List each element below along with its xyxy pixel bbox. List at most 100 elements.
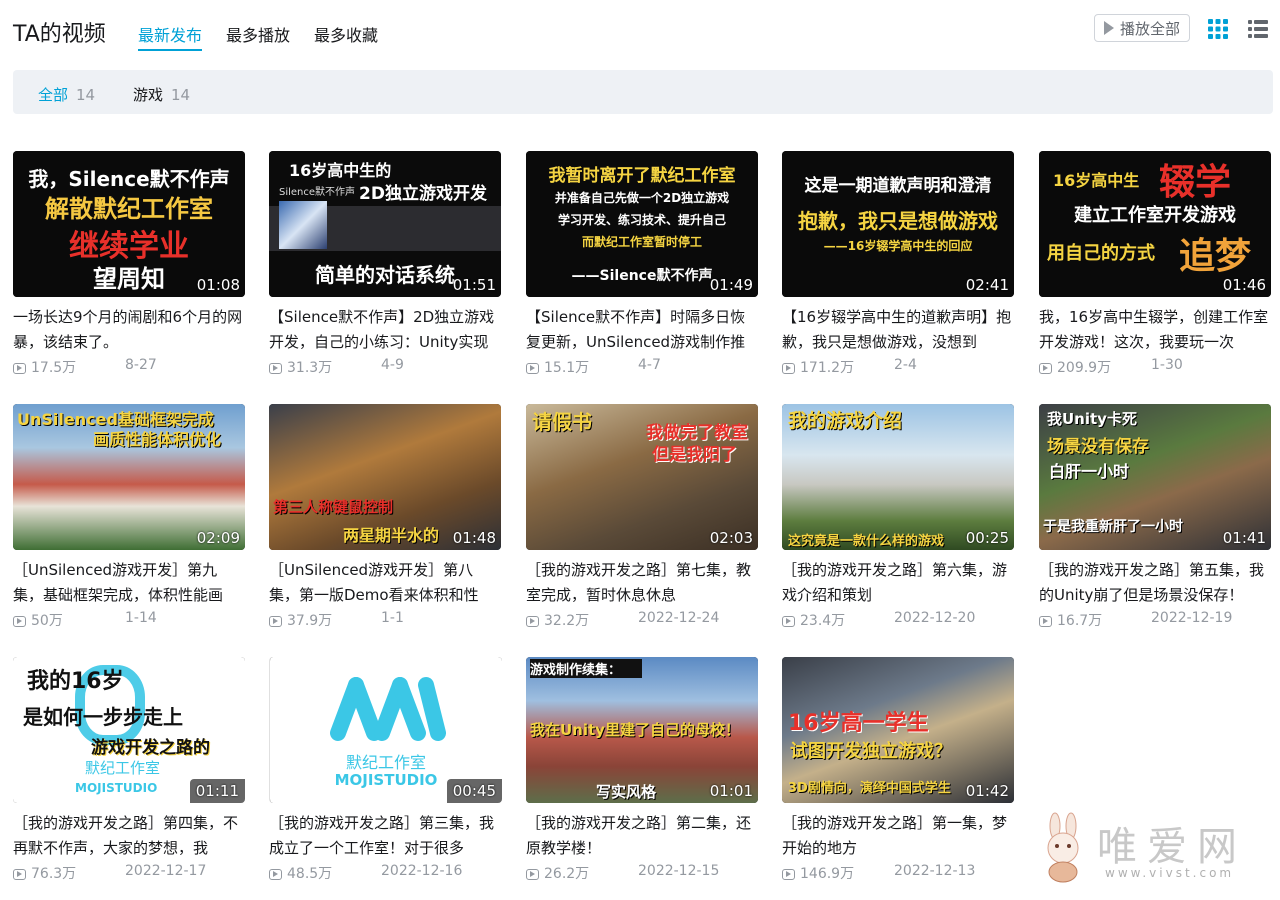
video-cover[interactable]: 我Unity卡死 场景没有保存 白肝一小时 于是我重新肝了一小时 01:41 — [1039, 404, 1271, 550]
video-card[interactable]: 我暂时离开了默纪工作室 并准备自己先做一个2D独立游戏 学习开发、练习技术、提升… — [526, 151, 758, 386]
grid-view-icon[interactable] — [1207, 18, 1229, 40]
video-cover[interactable]: 我暂时离开了默纪工作室 并准备自己先做一个2D独立游戏 学习开发、练习技术、提升… — [526, 151, 758, 297]
video-cover[interactable]: 这是一期道歉声明和澄清 抱歉，我只是想做游戏 ——16岁辍学高中生的回应 02:… — [782, 151, 1014, 297]
filter-game[interactable]: 游戏 14 — [133, 84, 190, 105]
cover-text: 我的16岁 — [27, 669, 124, 694]
publish-date: 8-27 — [125, 357, 157, 373]
video-card[interactable]: 这是一期道歉声明和澄清 抱歉，我只是想做游戏 ——16岁辍学高中生的回应 02:… — [782, 151, 1014, 386]
cover-text: ——16岁辍学高中生的回应 — [823, 239, 973, 253]
video-duration: 01:41 — [1222, 529, 1266, 547]
video-cover[interactable]: 16岁高中生 辍学 建立工作室开发游戏 用自己的方式 追梦 01:46 — [1039, 151, 1271, 297]
site-watermark: 唯爱网 www.vivst.com — [1037, 810, 1262, 890]
cover-text: 默纪工作室 — [345, 753, 426, 772]
video-cover[interactable]: 游戏制作续集： 我在Unity里建了自己的母校！ 写实风格 01:01 — [526, 657, 758, 803]
play-count-icon — [526, 363, 539, 374]
view-count: 209.9万 — [1057, 360, 1112, 376]
publish-date: 1-14 — [125, 610, 157, 626]
video-cover[interactable]: 我的游戏介绍 这究竟是一款什么样的游戏 00:25 — [782, 404, 1014, 550]
video-card[interactable]: 默纪工作室 MOJISTUDIO 00:45 ［我的游戏开发之路］第三集，我成立… — [269, 657, 502, 892]
view-count: 50万 — [31, 613, 63, 629]
play-icon — [1103, 21, 1114, 35]
video-card[interactable]: 请假书 我做完了教室 但是我阳了 02:03 ［我的游戏开发之路］第七集，教室完… — [526, 404, 758, 639]
video-title[interactable]: ［我的游戏开发之路］第一集，梦开始的地方 — [782, 811, 1014, 861]
play-count-icon — [269, 869, 282, 880]
video-cover[interactable]: 16岁高中生的 2D独立游戏开发 Silence默不作声 简单的对话系统 01:… — [269, 151, 501, 297]
play-all-button[interactable]: 播放全部 — [1094, 14, 1190, 42]
video-card[interactable]: 16岁高中生的 2D独立游戏开发 Silence默不作声 简单的对话系统 01:… — [269, 151, 501, 386]
video-card[interactable]: 游戏制作续集： 我在Unity里建了自己的母校！ 写实风格 01:01 ［我的游… — [526, 657, 758, 892]
video-card[interactable]: 我，Silence默不作声 解散默纪工作室 继续学业 望周知 01:08 一场长… — [13, 151, 245, 386]
video-cover[interactable]: 我的16岁 是如何一步步走上 游戏开发之路的 默纪工作室 MOJISTUDIO … — [13, 657, 245, 803]
video-duration: 01:11 — [189, 779, 245, 803]
video-card[interactable]: UnSilenced基础框架完成 画质性能体积优化 02:09 ［UnSilen… — [13, 404, 245, 639]
cover-text: 建立工作室开发游戏 — [1074, 205, 1236, 226]
view-count: 26.2万 — [544, 866, 590, 882]
tab-most-played[interactable]: 最多播放 — [226, 22, 290, 46]
cover-text: 我Unity卡死 — [1047, 410, 1137, 428]
video-title[interactable]: 一场长达9个月的闹剧和6个月的网暴，该结束了。 — [13, 305, 245, 355]
publish-date: 4-7 — [638, 357, 661, 373]
video-title[interactable]: ［UnSilenced游戏开发］第九集，基础框架完成，体积性能画 — [13, 558, 245, 608]
cover-text: 我在Unity里建了自己的母校！ — [530, 721, 740, 739]
cover-text: 画质性能体积优化 — [93, 430, 222, 449]
cover-text: 是如何一步步走上 — [23, 705, 183, 729]
video-title[interactable]: 【Silence默不作声】时隔多日恢复更新，UnSilenced游戏制作推 — [526, 305, 758, 355]
filter-game-label: 游戏 — [133, 86, 164, 104]
cover-text: 第三人称键鼠控制 — [273, 498, 394, 516]
view-count: 23.4万 — [800, 613, 846, 629]
cover-text: 但是我阳了 — [652, 445, 737, 465]
video-card[interactable]: 我Unity卡死 场景没有保存 白肝一小时 于是我重新肝了一小时 01:41 ［… — [1039, 404, 1271, 639]
video-meta: 50万 1-14 — [13, 610, 245, 630]
video-title[interactable]: 我，16岁高中生辍学，创建工作室开发游戏！这次，我要玩一次 — [1039, 305, 1271, 355]
video-title[interactable]: ［我的游戏开发之路］第五集，我的Unity崩了但是场景没保存！ — [1039, 558, 1271, 608]
video-title[interactable]: ［我的游戏开发之路］第三集，我成立了一个工作室！对于很多 — [269, 811, 501, 861]
cover-text: 而默纪工作室暂时停工 — [581, 235, 702, 249]
publish-date: 1-1 — [381, 610, 404, 626]
video-card[interactable]: 我的16岁 是如何一步步走上 游戏开发之路的 默纪工作室 MOJISTUDIO … — [13, 657, 245, 892]
video-duration: 01:01 — [709, 782, 753, 800]
video-title[interactable]: ［我的游戏开发之路］第六集，游戏介绍和策划 — [782, 558, 1014, 608]
cover-text: 抱歉，我只是想做游戏 — [798, 209, 998, 233]
video-title[interactable]: 【Silence默不作声】2D独立游戏开发，自己的小练习：Unity实现 — [269, 305, 501, 355]
video-meta: 171.2万 2-4 — [782, 357, 1014, 377]
video-duration: 01:46 — [1222, 276, 1266, 294]
video-title[interactable]: ［我的游戏开发之路］第七集，教室完成，暂时休息休息 — [526, 558, 758, 608]
play-count-icon — [782, 616, 795, 627]
publish-date: 2022-12-15 — [638, 863, 720, 879]
video-title[interactable]: ［我的游戏开发之路］第四集，不再默不作声，大家的梦想，我 — [13, 811, 245, 861]
view-count: 146.9万 — [800, 866, 855, 882]
video-meta: 209.9万 1-30 — [1039, 357, 1271, 377]
video-cover[interactable]: UnSilenced基础框架完成 画质性能体积优化 02:09 — [13, 404, 245, 550]
video-cover[interactable]: 我，Silence默不作声 解散默纪工作室 继续学业 望周知 01:08 — [13, 151, 245, 297]
video-title[interactable]: ［UnSilenced游戏开发］第八集，第一版Demo看来体积和性 — [269, 558, 501, 608]
filter-all[interactable]: 全部 14 — [38, 84, 95, 105]
video-cover[interactable]: 默纪工作室 MOJISTUDIO 00:45 — [269, 657, 502, 803]
video-meta: 48.5万 2022-12-16 — [269, 863, 501, 883]
watermark-text: 唯爱网 — [1097, 824, 1247, 870]
cover-text: 辍学 — [1159, 162, 1232, 203]
publish-date: 1-30 — [1151, 357, 1183, 373]
video-title[interactable]: ［我的游戏开发之路］第二集，还原教学楼！ — [526, 811, 758, 861]
play-count-icon — [13, 869, 26, 880]
filter-game-count: 14 — [171, 86, 191, 104]
video-card[interactable]: 第三人称键鼠控制 两星期半水的 01:48 ［UnSilenced游戏开发］第八… — [269, 404, 501, 639]
tab-most-favorited[interactable]: 最多收藏 — [314, 22, 378, 46]
video-cover[interactable]: 16岁高一学生 试图开发独立游戏？ 3D剧情向，演绎中国式学生 01:42 — [782, 657, 1014, 803]
video-card[interactable]: 我的游戏介绍 这究竟是一款什么样的游戏 00:25 ［我的游戏开发之路］第六集，… — [782, 404, 1014, 639]
cover-text: 游戏制作续集： — [530, 659, 642, 678]
video-title[interactable]: 【16岁辍学高中生的道歉声明】抱歉，我只是想做游戏，没想到 — [782, 305, 1014, 355]
list-view-icon[interactable] — [1247, 18, 1269, 40]
video-card[interactable]: 16岁高一学生 试图开发独立游戏？ 3D剧情向，演绎中国式学生 01:42 ［我… — [782, 657, 1014, 892]
cover-text: 试图开发独立游戏？ — [790, 741, 952, 762]
tab-latest[interactable]: 最新发布 — [138, 22, 203, 51]
video-duration: 02:09 — [196, 529, 240, 547]
video-cover[interactable]: 第三人称键鼠控制 两星期半水的 01:48 — [269, 404, 501, 550]
video-meta: 23.4万 2022-12-20 — [782, 610, 1014, 630]
video-cover[interactable]: 请假书 我做完了教室 但是我阳了 02:03 — [526, 404, 758, 550]
section-title: TA的视频 — [13, 22, 106, 47]
video-duration: 00:25 — [965, 529, 1009, 547]
play-count-icon — [269, 616, 282, 627]
view-count: 32.2万 — [544, 613, 590, 629]
play-count-icon — [1039, 616, 1052, 627]
video-card[interactable]: 16岁高中生 辍学 建立工作室开发游戏 用自己的方式 追梦 01:46 我，16… — [1039, 151, 1271, 386]
